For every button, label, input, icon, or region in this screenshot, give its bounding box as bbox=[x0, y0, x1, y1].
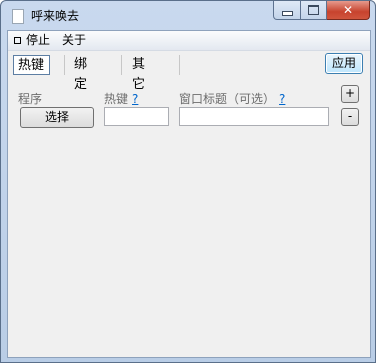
remove-row-button[interactable]: - bbox=[341, 108, 359, 126]
hotkey-input[interactable] bbox=[104, 107, 169, 126]
window-title: 呼来唤去 bbox=[31, 9, 80, 23]
title-bar[interactable]: 呼来唤去 ✕ bbox=[1, 1, 375, 29]
hotkey-label: 热键 bbox=[104, 92, 129, 106]
minimize-icon bbox=[281, 10, 293, 16]
menu-about-label: 关于 bbox=[62, 33, 87, 47]
close-button[interactable]: ✕ bbox=[327, 1, 370, 20]
close-icon: ✕ bbox=[342, 3, 354, 17]
window-title-input[interactable] bbox=[179, 107, 329, 126]
stop-icon bbox=[14, 37, 21, 44]
maximize-icon bbox=[308, 5, 319, 15]
tab-binding[interactable]: 绑定 bbox=[74, 55, 87, 92]
hotkey-help-link[interactable]: ? bbox=[132, 92, 138, 106]
tab-divider bbox=[121, 55, 122, 75]
menu-bar: 停止 关于 bbox=[8, 31, 370, 51]
minimize-button[interactable] bbox=[273, 1, 301, 20]
main-window: 呼来唤去 ✕ 停止 关于 热键 绑定 其它 应用 程序 热键 ? 窗口标题（可选… bbox=[0, 0, 376, 363]
tab-other[interactable]: 其它 bbox=[132, 55, 145, 92]
menu-stop[interactable]: 停止 bbox=[8, 31, 56, 50]
select-program-button[interactable]: 选择 bbox=[20, 107, 94, 128]
menu-stop-label: 停止 bbox=[26, 33, 51, 47]
window-title-label: 窗口标题（可选） bbox=[179, 92, 276, 106]
tab-divider bbox=[179, 55, 180, 75]
program-label: 程序 bbox=[18, 92, 43, 106]
client-area: 停止 关于 热键 绑定 其它 应用 程序 热键? 窗口标题（可选）? 选择 + … bbox=[7, 30, 371, 358]
maximize-button[interactable] bbox=[301, 1, 327, 20]
tab-hotkey[interactable]: 热键 bbox=[13, 55, 50, 75]
tab-divider bbox=[64, 55, 65, 75]
window-title-help-link[interactable]: ? bbox=[279, 92, 285, 106]
apply-button[interactable]: 应用 bbox=[325, 53, 363, 74]
window-title-label-group: 窗口标题（可选）? bbox=[179, 90, 285, 107]
add-row-button[interactable]: + bbox=[341, 85, 359, 103]
menu-about[interactable]: 关于 bbox=[56, 31, 92, 50]
hotkey-label-group: 热键? bbox=[104, 90, 138, 107]
app-icon bbox=[12, 9, 24, 24]
caption-buttons: ✕ bbox=[273, 1, 370, 21]
